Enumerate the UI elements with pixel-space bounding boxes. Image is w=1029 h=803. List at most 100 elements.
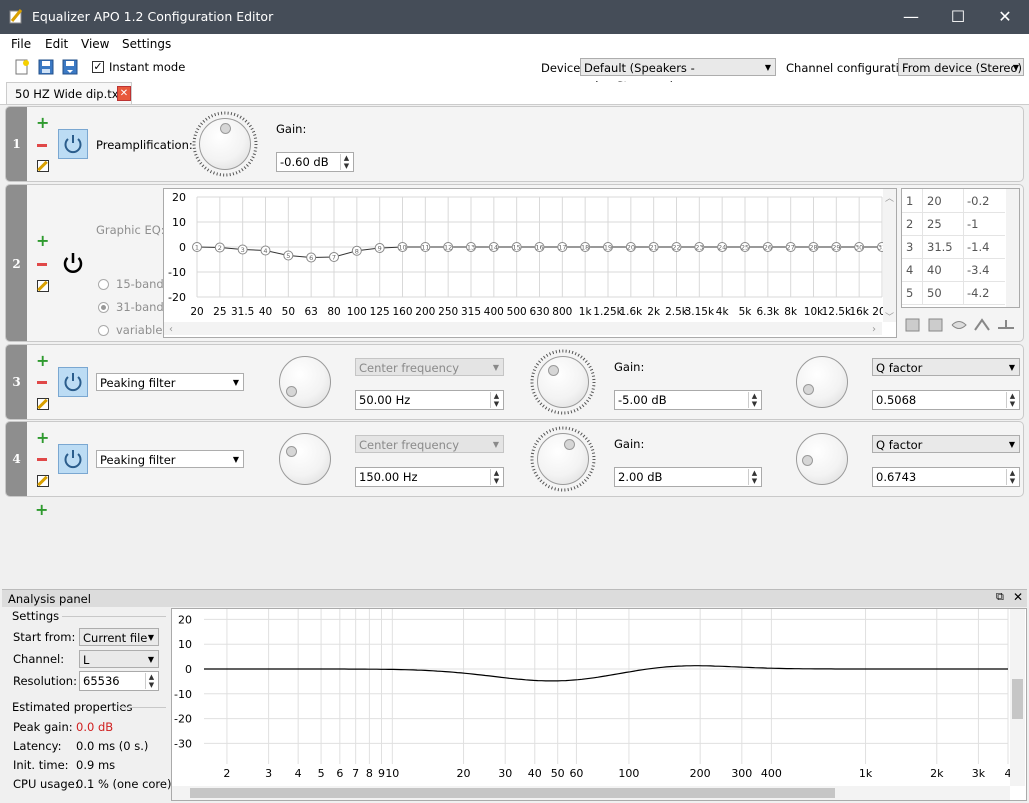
spin-arrows-icon[interactable]: ▲ ▼ — [1006, 469, 1018, 485]
edit-filter-icon[interactable] — [37, 398, 49, 410]
scroll-left-icon[interactable]: ‹ — [169, 324, 173, 335]
q-factor-input[interactable]: 0.6743 ▲ ▼ — [872, 467, 1020, 487]
add-filter-icon[interactable]: + — [36, 353, 49, 369]
band-table[interactable]: 1 20 -0.2 2 25 -1 3 31.5 -1.4 4 40 -3.4 5 50 -4.2 — [901, 188, 1020, 308]
power-toggle-button[interactable] — [58, 444, 88, 474]
filter-number-tab[interactable]: 3 — [6, 345, 27, 419]
float-panel-icon[interactable]: ⧉ — [996, 590, 1004, 604]
variable-radio[interactable] — [98, 325, 109, 336]
eq-band-handle[interactable]: 11 — [420, 242, 431, 252]
add-filter-icon[interactable]: + — [36, 430, 49, 446]
frequency-knob[interactable] — [279, 356, 331, 408]
vertical-scrollbar[interactable] — [883, 189, 896, 322]
eq-band-handle[interactable]: 5 — [283, 250, 294, 261]
q-factor-input[interactable]: 0.5068 ▲ ▼ — [872, 390, 1020, 410]
band-table-row[interactable]: 3 31.5 -1.4 — [902, 235, 1005, 259]
frequency-knob[interactable] — [279, 433, 331, 485]
power-toggle-button[interactable] — [58, 249, 88, 279]
spin-arrows-icon[interactable]: ▲ ▼ — [340, 154, 352, 170]
q-factor-knob[interactable] — [796, 356, 848, 408]
eq-band-handle[interactable]: 6 — [306, 252, 317, 263]
save-icon[interactable] — [905, 318, 920, 332]
spin-arrows-icon[interactable]: ▲ ▼ — [748, 392, 760, 408]
power-toggle-button[interactable] — [58, 367, 88, 397]
menu-edit[interactable]: Edit — [45, 37, 68, 51]
frequency-mode-select[interactable]: Center frequency ▼ — [355, 435, 504, 453]
close-button[interactable]: ✕ — [982, 0, 1028, 34]
import-icon[interactable] — [928, 318, 943, 332]
filter-number-tab[interactable]: 4 — [6, 422, 27, 496]
spin-arrows-icon[interactable]: ▲ ▼ — [145, 673, 157, 689]
eq-band-handle[interactable]: 18 — [580, 242, 591, 252]
eq-band-handle[interactable]: 25 — [740, 242, 750, 252]
filter-type-select[interactable]: Peaking filter ▼ — [96, 373, 244, 391]
save-as-icon[interactable] — [62, 59, 78, 75]
eq-band-handle[interactable]: 13 — [466, 242, 476, 252]
eq-band-handle[interactable]: 29 — [831, 242, 842, 252]
eq-band-handle[interactable]: 16 — [534, 242, 545, 252]
eq-band-handle[interactable]: 20 — [625, 242, 636, 252]
band-table-row[interactable]: 4 40 -3.4 — [902, 258, 1005, 282]
reset-icon[interactable] — [998, 320, 1014, 329]
eq-band-handle[interactable]: 10 — [397, 242, 408, 252]
scroll-up-icon[interactable]: ︿ — [885, 194, 894, 204]
start-from-select[interactable]: Current file ▼ — [79, 628, 159, 646]
remove-filter-icon[interactable] — [37, 381, 47, 384]
eq-band-handle[interactable]: 2 — [214, 242, 225, 253]
eq-band-handle[interactable]: 17 — [557, 242, 568, 252]
eq-band-handle[interactable]: 4 — [260, 245, 271, 256]
resolution-input[interactable]: 65536 ▲ ▼ — [79, 671, 159, 691]
eq-band-handle[interactable]: 12 — [443, 242, 454, 252]
scrollbar-thumb[interactable] — [190, 788, 835, 798]
band-table-row[interactable]: 2 25 -1 — [902, 212, 1005, 236]
filter-number-tab[interactable]: 2 — [6, 185, 27, 341]
gain-knob[interactable] — [537, 356, 589, 408]
save-icon[interactable] — [38, 59, 54, 75]
gain-input[interactable]: 2.00 dB ▲ ▼ — [614, 467, 762, 487]
frequency-input[interactable]: 50.00 Hz ▲ ▼ — [355, 390, 504, 410]
filter-number-tab[interactable]: 1 — [6, 107, 27, 181]
invert-icon[interactable] — [951, 321, 967, 329]
spin-arrows-icon[interactable]: ▲ ▼ — [490, 392, 502, 408]
eq-band-handle[interactable]: 3 — [237, 244, 248, 255]
menu-view[interactable]: View — [81, 37, 109, 51]
horizontal-scrollbar[interactable] — [164, 322, 882, 335]
close-panel-icon[interactable]: ✕ — [1013, 590, 1023, 604]
remove-filter-icon[interactable] — [37, 458, 47, 461]
normalize-icon[interactable] — [974, 318, 990, 331]
new-file-icon[interactable] — [14, 59, 30, 75]
scroll-right-icon[interactable]: › — [872, 324, 876, 335]
preamp-gain-knob[interactable] — [199, 118, 251, 170]
eq-band-handle[interactable]: 7 — [329, 252, 339, 262]
add-filter-icon[interactable]: + — [36, 233, 49, 249]
frequency-input[interactable]: 150.00 Hz ▲ ▼ — [355, 467, 504, 487]
device-select[interactable]: Default (Speakers - microStreamer) ▼ — [580, 58, 776, 93]
band-table-scrollbar[interactable] — [1006, 189, 1019, 307]
eq-band-handle[interactable]: 8 — [351, 245, 362, 256]
band-table-row[interactable]: 1 20 -0.2 — [902, 189, 1005, 213]
eq-band-handle[interactable]: 21 — [648, 242, 659, 252]
eq-band-handle[interactable]: 1 — [192, 242, 202, 252]
remove-filter-icon[interactable] — [37, 263, 47, 266]
filter-type-select[interactable]: Peaking filter ▼ — [96, 450, 244, 468]
eq-band-handle[interactable]: 19 — [603, 242, 613, 252]
eq-band-handle[interactable]: 23 — [694, 242, 705, 252]
band-31-radio[interactable] — [98, 302, 109, 313]
power-toggle-button[interactable] — [58, 129, 88, 159]
band-15-radio[interactable] — [98, 279, 109, 290]
gain-input[interactable]: -5.00 dB ▲ ▼ — [614, 390, 762, 410]
add-filter-icon[interactable]: + — [35, 502, 48, 518]
channel-config-select[interactable]: From device (Stereo) ▼ — [898, 58, 1024, 76]
gain-knob[interactable] — [537, 433, 589, 485]
remove-filter-icon[interactable] — [37, 144, 47, 147]
menu-file[interactable]: File — [11, 37, 31, 51]
frequency-response-plot[interactable]: 20 10 0 -10 -20 -30 2 3 4 5 6 7 8 9 10 20 30 40 50 60 100 200… — [171, 608, 1027, 801]
eq-band-handle[interactable]: 28 — [808, 242, 819, 252]
eq-band-handle[interactable]: 9 — [374, 243, 385, 253]
eq-band-handle[interactable]: 22 — [671, 242, 682, 252]
tab-close-icon[interactable]: ✕ — [117, 86, 131, 101]
maximize-button[interactable]: ☐ — [935, 0, 981, 34]
edit-filter-icon[interactable] — [37, 475, 49, 487]
instant-mode-checkbox[interactable]: ✓ — [92, 61, 104, 73]
eq-band-handle[interactable]: 15 — [511, 242, 522, 252]
